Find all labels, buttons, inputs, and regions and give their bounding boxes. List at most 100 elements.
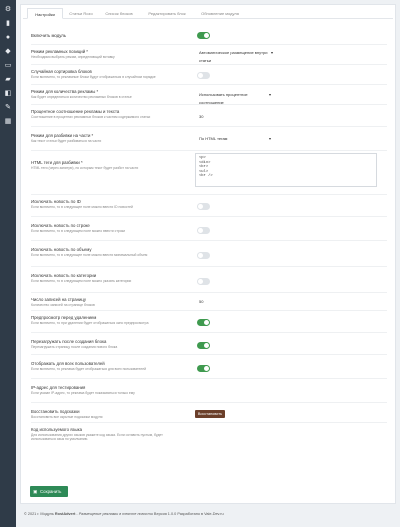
row-reload: Перезагружать после создания блока Перез… — [31, 337, 387, 355]
row-test-ip: IP-адрес для тестирования Если указан IP… — [31, 383, 387, 403]
user-icon[interactable]: ● — [4, 34, 12, 42]
select-split-mode-value: По HTML тегам — [199, 136, 228, 141]
hint-sort: Если включено, то рекламные блоки будут … — [31, 75, 156, 79]
sidebar: ⚙ ▮ ● ◆ ▭ ▰ ◧ ✎ ▦ — [0, 0, 16, 527]
row-exclude-cat: Исключать новость по категории Если вклю… — [31, 271, 387, 293]
tab-bar: Настройки Статьи Rozo Список блоков Реда… — [23, 6, 393, 19]
tab-module-update[interactable]: Обновление модуля — [195, 8, 245, 19]
label-exclude-id: Исключать новость по ID — [31, 199, 81, 204]
hint-per-page: Количество записей на странице блоков — [31, 303, 95, 307]
tab-block-list[interactable]: Список блоков — [99, 8, 139, 19]
hint-lang-code: Для использования других языков укажите … — [31, 433, 163, 441]
hint-exclude-id: Если включено, то в следующее поле можно… — [31, 205, 133, 209]
label-mode: Режим рекламных позиций * — [31, 49, 88, 54]
label-reload: Перезагружать после создания блока — [31, 339, 107, 344]
select-split-mode[interactable]: По HTML тегам ▾ — [197, 135, 271, 143]
chevron-down-icon: ▾ — [268, 136, 271, 141]
select-mode-value: Автоматическое размещение внутри статьи — [199, 50, 268, 63]
row-sort: Случайная сортировка блоков Если включен… — [31, 67, 387, 85]
row-enable: Включить модуль — [31, 31, 387, 45]
toggle-preview[interactable] — [197, 319, 210, 326]
label-split-mode: Режим для разбивки на части * — [31, 133, 94, 138]
select-qty-mode-value: Использовать процентное соотношение — [199, 92, 248, 105]
label-enable: Включить модуль — [31, 33, 67, 38]
input-percent[interactable]: 30 — [197, 113, 271, 121]
toggle-exclude-cat[interactable] — [197, 278, 210, 285]
label-exclude-vol: Исключать новость по объему — [31, 247, 92, 252]
floppy-icon: ▣ — [33, 489, 38, 494]
hint-test-ip: Если указан IP-адрес, то реклама будет п… — [31, 391, 135, 395]
settings-panel: Настройки Статьи Rozo Список блоков Реда… — [20, 4, 396, 504]
tab-edit-block[interactable]: Редактировать блок — [141, 8, 193, 19]
file-icon[interactable]: ▮ — [4, 20, 12, 28]
toggle-sort[interactable] — [197, 72, 210, 79]
footer-prefix: © 2021 г. Модуль — [24, 512, 54, 516]
chevron-down-icon: ▾ — [268, 92, 271, 97]
tab-settings[interactable]: Настройки — [27, 8, 63, 19]
input-lang-code[interactable] — [197, 445, 271, 453]
row-split-mode: Режим для разбивки на части * Как текст … — [31, 131, 387, 151]
row-percent: Процентное соотношение рекламы и текста … — [31, 107, 387, 127]
save-label: Сохранить — [40, 489, 62, 494]
hint-preview: Если включено, то при удалении будет ото… — [31, 321, 149, 325]
toggle-enable[interactable] — [197, 32, 210, 39]
label-show-users: Отображать для всех пользователей — [31, 361, 105, 366]
wrench-icon[interactable]: ✎ — [4, 104, 12, 112]
calendar-icon[interactable]: ▦ — [4, 118, 12, 126]
label-exclude-str: Исключать новость по строке — [31, 223, 90, 228]
label-restore: Восстановить подсказки — [31, 409, 80, 414]
row-per-page: Число записей на страницу Количество зап… — [31, 295, 387, 311]
row-exclude-vol: Исключать новость по объему Если включен… — [31, 245, 387, 267]
input-test-ip[interactable] — [197, 389, 271, 397]
layers-icon[interactable]: ◆ — [4, 48, 12, 56]
hint-exclude-cat: Если включено, то в следующем поле можно… — [31, 279, 132, 283]
label-per-page: Число записей на страницу — [31, 297, 87, 302]
truck-icon[interactable]: ▰ — [4, 76, 12, 84]
textarea-html-tags[interactable]: <p> <div> <br> <ul> <br /> — [195, 153, 377, 187]
hint-qty-mode: Как будет определяться количество реклам… — [31, 95, 132, 99]
row-exclude-id: Исключать новость по ID Если включено, т… — [31, 197, 387, 217]
toggle-reload[interactable] — [197, 342, 210, 349]
label-exclude-cat: Исключать новость по категории — [31, 273, 97, 278]
toggle-show-users[interactable] — [197, 365, 210, 372]
footer-module: RostAdvert — [54, 512, 76, 516]
hint-html-tags: HTML теги (через запятую), по которым те… — [31, 166, 139, 170]
row-exclude-str: Исключать новость по строке Если включен… — [31, 221, 387, 241]
label-html-tags: HTML теги для разбивки * — [31, 160, 83, 165]
hint-show-users: Если включено, то реклама будет отобража… — [31, 367, 147, 371]
label-qty-mode: Режим для количества рекламы * — [31, 89, 99, 94]
label-sort: Случайная сортировка блоков — [31, 69, 92, 74]
row-qty-mode: Режим для количества рекламы * Как будет… — [31, 87, 387, 105]
row-html-tags: HTML теги для разбивки * HTML теги (чере… — [31, 151, 387, 195]
row-preview: Предпросмотр перед удалением Если включе… — [31, 313, 387, 333]
chart-icon[interactable]: ◧ — [4, 90, 12, 98]
footer-desc: Размещение рекламы в тексте новости — [78, 512, 153, 516]
toggle-exclude-vol[interactable] — [197, 252, 210, 259]
toggle-exclude-str[interactable] — [197, 227, 210, 234]
gear-icon[interactable]: ⚙ — [4, 6, 12, 14]
row-lang-code: Код используемого языка Для использовани… — [31, 425, 387, 473]
footer-company-link[interactable]: Vale-Dev.ru — [204, 512, 223, 516]
tab-articles[interactable]: Статьи Rozo — [65, 8, 97, 19]
hint-percent: Соотношение в процентах рекламных блоков… — [31, 115, 151, 119]
select-qty-mode[interactable]: Использовать процентное соотношение ▾ — [197, 91, 271, 105]
chevron-down-icon: ▾ — [270, 50, 273, 55]
select-mode[interactable]: Автоматическое размещение внутри статьи … — [197, 49, 273, 63]
label-test-ip: IP-адрес для тестирования — [31, 385, 86, 390]
input-per-page[interactable]: 50 — [197, 298, 271, 306]
row-restore: Восстановить подсказки Восстановить все … — [31, 407, 387, 423]
hint-exclude-str: Если включено, то в следующем поле можно… — [31, 229, 126, 233]
save-button[interactable]: ▣ Сохранить — [30, 486, 68, 497]
hint-mode: Необходимо выбрать режим, определяющий в… — [31, 55, 115, 59]
label-preview: Предпросмотр перед удалением — [31, 315, 97, 320]
toggle-exclude-id[interactable] — [197, 203, 210, 210]
footer-version: Версия 1.0.0 — [153, 512, 177, 516]
monitor-icon[interactable]: ▭ — [4, 62, 12, 70]
footer-dev: Разработано в — [177, 512, 204, 516]
footer: © 2021 г. Модуль RostAdvert - Размещение… — [24, 512, 224, 516]
row-show-users: Отображать для всех пользователей Если в… — [31, 359, 387, 379]
hint-reload: Перезагружать страницу после создания но… — [31, 345, 118, 349]
label-percent: Процентное соотношение рекламы и текста — [31, 109, 120, 114]
hint-restore: Восстановить все скрытые подсказки модул… — [31, 415, 103, 419]
restore-button[interactable]: Восстановить — [195, 410, 225, 418]
